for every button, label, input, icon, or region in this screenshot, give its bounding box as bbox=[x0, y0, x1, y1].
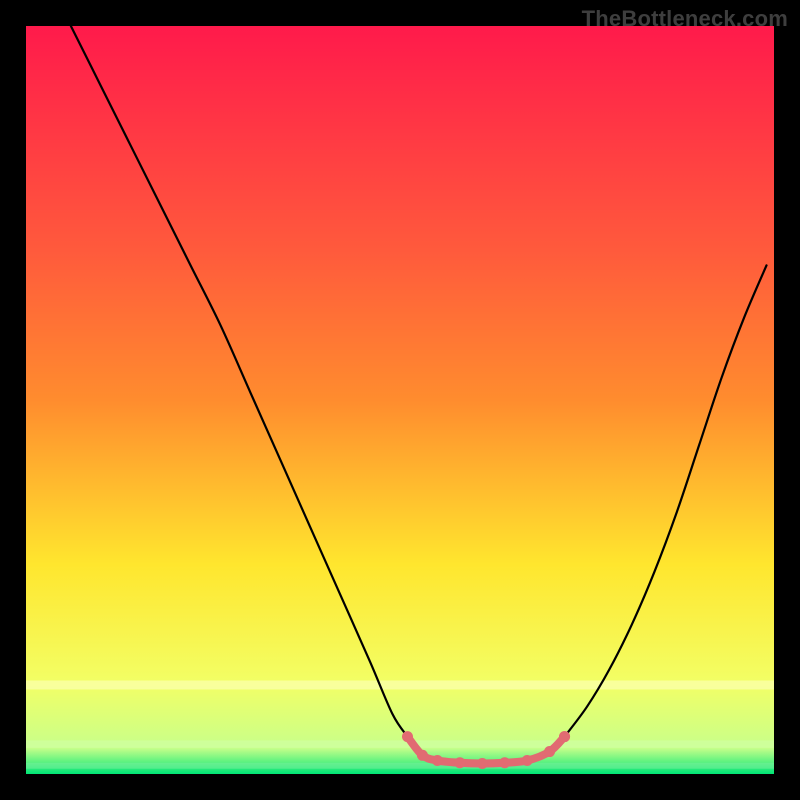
gradient-background bbox=[26, 26, 774, 774]
band-stripe bbox=[26, 763, 774, 769]
marker-valley-markers bbox=[432, 755, 443, 766]
marker-valley-markers bbox=[454, 757, 465, 768]
marker-right-end bbox=[559, 731, 570, 742]
chart-frame: TheBottleneck.com bbox=[0, 0, 800, 800]
marker-valley-markers bbox=[417, 750, 428, 761]
marker-valley-markers bbox=[522, 755, 533, 766]
marker-valley-markers bbox=[499, 757, 510, 768]
marker-valley-markers bbox=[477, 758, 488, 769]
marker-valley-markers bbox=[402, 731, 413, 742]
band-stripe bbox=[26, 740, 774, 747]
chart-svg bbox=[26, 26, 774, 774]
watermark-text: TheBottleneck.com bbox=[582, 6, 788, 32]
band-stripe bbox=[26, 681, 774, 690]
plot-area bbox=[26, 26, 774, 774]
marker-valley-markers bbox=[544, 746, 555, 757]
